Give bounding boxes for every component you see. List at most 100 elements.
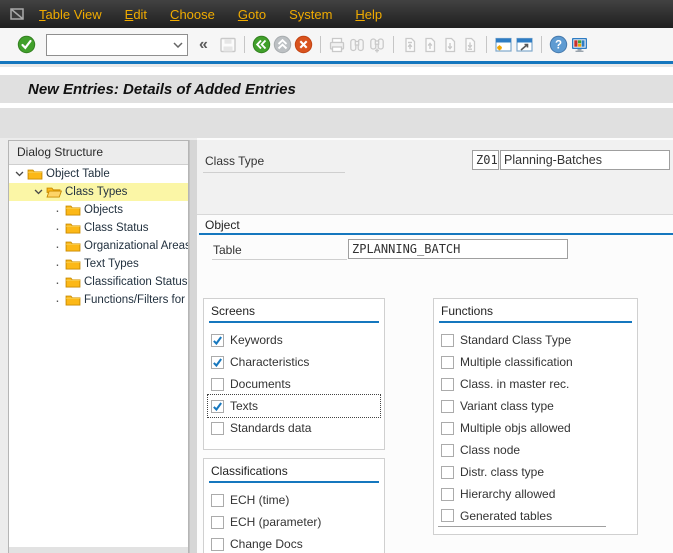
screens-item-keywords[interactable]: Keywords [208, 329, 380, 351]
folder-icon [27, 168, 43, 180]
checkbox-unchecked-icon[interactable] [441, 488, 454, 501]
functions-group-title: Functions [434, 299, 637, 321]
functions-item-class-node[interactable]: Class node [438, 439, 633, 461]
checkbox-unchecked-icon[interactable] [211, 538, 224, 551]
class-type-name-field[interactable]: Planning-Batches [500, 150, 670, 170]
menu-item-edit[interactable]: Edit [125, 7, 147, 22]
menu-item-help[interactable]: Help [355, 7, 382, 22]
command-input[interactable] [47, 36, 169, 54]
classifications-item-ech-time[interactable]: ECH (time) [208, 489, 380, 511]
create-shortcut-icon[interactable] [515, 36, 534, 54]
classifications-item-ech-parameter[interactable]: ECH (parameter) [208, 511, 380, 533]
checkbox-unchecked-icon[interactable] [441, 378, 454, 391]
checkbox-unchecked-icon[interactable] [211, 494, 224, 507]
tree-item-class-status[interactable]: ·Class Status [9, 219, 188, 237]
checkbox-label: Distr. class type [460, 465, 544, 479]
tree-item-objects[interactable]: ·Objects [9, 201, 188, 219]
class-type-code-field[interactable]: Z01 [472, 150, 499, 170]
enter-icon[interactable] [17, 35, 36, 54]
bullet-icon: · [51, 292, 64, 308]
tree-item-label: Class Status [84, 222, 149, 234]
collapse-toolbar-icon[interactable]: « [199, 37, 208, 53]
help-icon[interactable]: ? [549, 35, 568, 54]
menu-item-system[interactable]: System [289, 7, 332, 22]
application-toolbar [0, 108, 673, 138]
screens-item-characteristics[interactable]: Characteristics [208, 351, 380, 373]
checkbox-checked-icon[interactable] [211, 356, 224, 369]
tree-item-label: Objects [84, 204, 123, 216]
chevron-down-icon[interactable] [32, 189, 45, 195]
checkbox-unchecked-icon[interactable] [441, 334, 454, 347]
gui-settings-icon[interactable] [570, 36, 589, 54]
find-icon[interactable] [348, 36, 366, 54]
tree-item-class-types[interactable]: Class Types [9, 183, 188, 201]
classifications-item-change-docs[interactable]: Change Docs [208, 533, 380, 553]
tree-horizontal-scrollbar[interactable] [9, 547, 188, 553]
exit-icon[interactable] [273, 35, 292, 54]
functions-item-distr-class-type[interactable]: Distr. class type [438, 461, 633, 483]
spacer [0, 67, 673, 75]
back-icon[interactable] [252, 35, 271, 54]
save-icon[interactable] [219, 36, 237, 54]
folder-icon [65, 258, 81, 270]
checkbox-label: Standard Class Type [460, 333, 571, 347]
tree-item-object-table[interactable]: Object Table [9, 165, 188, 183]
classifications-group-items: ECH (time)ECH (parameter)Change Docs [204, 483, 384, 553]
checkbox-unchecked-icon[interactable] [211, 422, 224, 435]
checkbox-unchecked-icon[interactable] [441, 356, 454, 369]
folder-icon [65, 294, 81, 306]
page-title: New Entries: Details of Added Entries [0, 81, 296, 98]
screen-title-bar: New Entries: Details of Added Entries [0, 75, 673, 103]
functions-item-multiple-objs-allowed[interactable]: Multiple objs allowed [438, 417, 633, 439]
tree-item-functions-filters-for[interactable]: · Functions/Filters for [9, 291, 188, 309]
functions-item-generated-tables[interactable]: Generated tables [438, 505, 606, 527]
toolbar-separator [486, 36, 487, 53]
menu-item-goto[interactable]: Goto [238, 7, 266, 22]
classifications-groupbox: Classifications ECH (time)ECH (parameter… [203, 458, 385, 553]
tree-item-label: Text Types [84, 258, 139, 270]
screens-item-documents[interactable]: Documents [208, 373, 380, 395]
tree-item-text-types[interactable]: · Text Types [9, 255, 188, 273]
tree-item-label: Functions/Filters for [84, 294, 185, 306]
print-icon[interactable] [328, 36, 346, 54]
new-session-icon[interactable] [494, 36, 513, 54]
page-up-icon[interactable] [421, 36, 439, 54]
functions-item-variant-class-type[interactable]: Variant class type [438, 395, 633, 417]
checkbox-unchecked-icon[interactable] [441, 444, 454, 457]
last-page-icon[interactable] [461, 36, 479, 54]
functions-item-class-in-master-rec[interactable]: Class. in master rec. [438, 373, 633, 395]
checkbox-unchecked-icon[interactable] [441, 466, 454, 479]
screens-item-texts[interactable]: Texts [208, 395, 380, 417]
menu-item-table-view[interactable]: Table View [39, 7, 102, 22]
menu-item-choose[interactable]: Choose [170, 7, 215, 22]
bullet-icon: · [51, 256, 64, 272]
find-next-icon[interactable] [368, 36, 386, 54]
checkbox-label: Generated tables [460, 509, 552, 523]
menu-bar-items: Table View Edit Choose Goto System Help [39, 7, 405, 22]
functions-item-standard-class-type[interactable]: Standard Class Type [438, 329, 633, 351]
screens-group-items: KeywordsCharacteristicsDocumentsTextsSta… [204, 323, 384, 439]
chevron-down-icon[interactable] [13, 171, 26, 177]
checkbox-unchecked-icon[interactable] [441, 422, 454, 435]
functions-item-multiple-classification[interactable]: Multiple classification [438, 351, 633, 373]
system-menu-icon[interactable] [9, 7, 25, 21]
first-page-icon[interactable] [401, 36, 419, 54]
screens-item-standards-data[interactable]: Standards data [208, 417, 380, 439]
page-down-icon[interactable] [441, 36, 459, 54]
checkbox-unchecked-icon[interactable] [441, 400, 454, 413]
tree-item-classification-status[interactable]: ·Classification Status [9, 273, 188, 291]
cancel-icon[interactable] [294, 35, 313, 54]
checkbox-unchecked-icon[interactable] [211, 378, 224, 391]
functions-item-hierarchy-allowed[interactable]: Hierarchy allowed [438, 483, 633, 505]
checkbox-unchecked-icon[interactable] [211, 516, 224, 529]
tree-item-organizational-areas[interactable]: ·Organizational Areas [9, 237, 188, 255]
chevron-down-icon[interactable] [169, 42, 187, 48]
checkbox-checked-icon[interactable] [211, 334, 224, 347]
checkbox-unchecked-icon[interactable] [441, 509, 454, 522]
tree-item-label: Classification Status [84, 276, 188, 288]
checkbox-label: Multiple classification [460, 355, 573, 369]
command-field[interactable] [46, 34, 188, 56]
table-field[interactable]: ZPLANNING_BATCH [348, 239, 568, 259]
checkbox-checked-icon[interactable] [211, 400, 224, 413]
checkbox-label: Variant class type [460, 399, 554, 413]
